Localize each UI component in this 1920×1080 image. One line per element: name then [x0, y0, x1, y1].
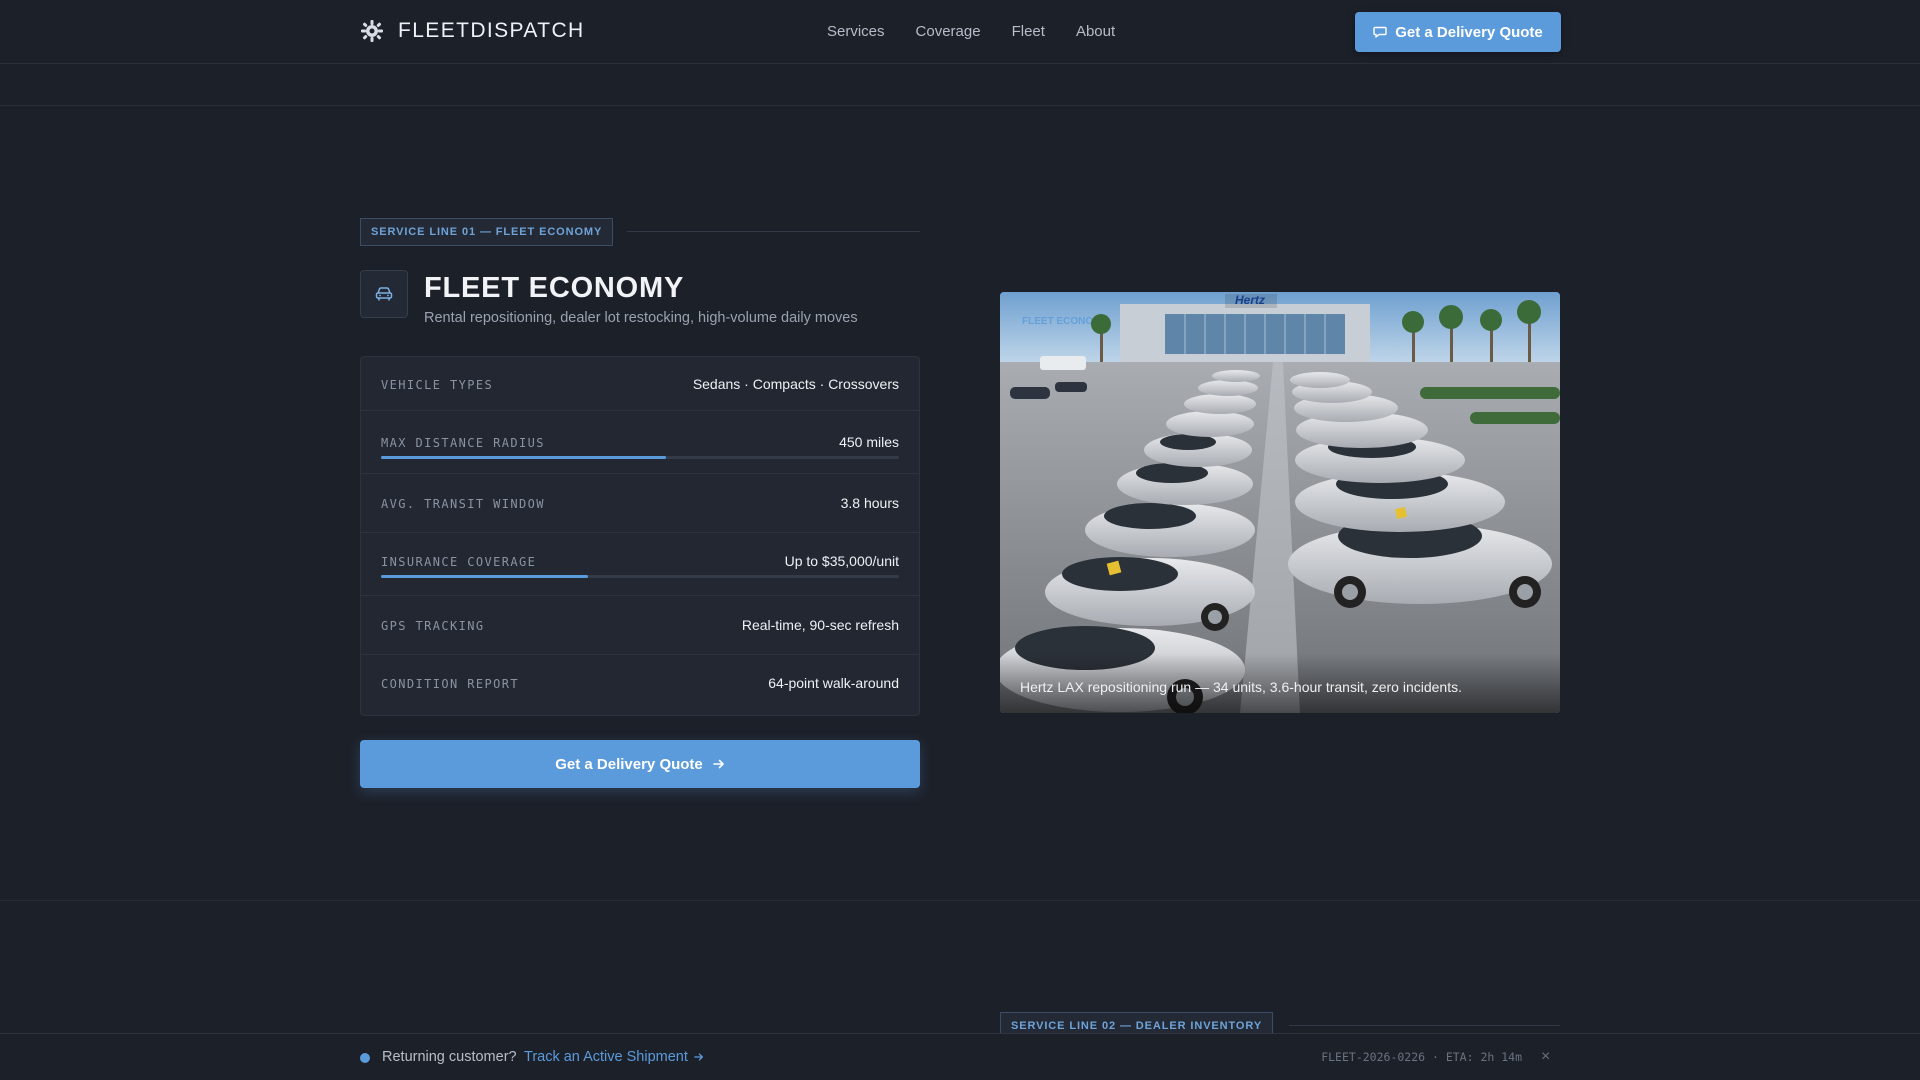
track-shipment-label: Track an Active Shipment: [524, 1049, 688, 1065]
tag-divider: [627, 231, 920, 232]
header-quote-button[interactable]: Get a Delivery Quote: [1355, 12, 1561, 52]
nav-coverage[interactable]: Coverage: [916, 23, 981, 40]
parking-lot-illustration: Hertz FLEET ECONOMY: [1000, 292, 1560, 713]
service-icon-box: [360, 270, 408, 318]
spec-label: CONDITION REPORT: [381, 677, 519, 691]
section-tag: SERVICE LINE 01 — FLEET ECONOMY: [360, 218, 614, 246]
service-subtitle: Rental repositioning, dealer lot restock…: [424, 310, 858, 326]
section-tag-row: SERVICE LINE 01 — FLEET ECONOMY: [360, 218, 920, 246]
bottom-bar: Returning customer? Track an Active Ship…: [0, 1033, 1920, 1080]
spec-value: Up to $35,000/unit: [784, 553, 899, 569]
spec-value: 64-point walk-around: [768, 675, 899, 691]
chat-bubble-icon: [1373, 26, 1387, 38]
header-divider: [0, 105, 1920, 106]
spec-value: Real-time, 90-sec refresh: [741, 617, 899, 633]
photo-caption-text: Hertz LAX repositioning run — 34 units, …: [1020, 679, 1462, 695]
insurance-bar-fill: [381, 575, 589, 578]
distance-bar: [381, 456, 899, 459]
photo-caption: Hertz LAX repositioning run — 34 units, …: [1000, 653, 1560, 713]
track-shipment-link[interactable]: Track an Active Shipment: [524, 1049, 704, 1065]
spec-value: Sedans · Compacts · Crossovers: [692, 376, 899, 392]
spec-row-vehicle-types: VEHICLE TYPES Sedans · Compacts · Crosso…: [361, 357, 919, 411]
delivery-quote-button[interactable]: Get a Delivery Quote: [360, 740, 920, 788]
spec-row-max-distance: MAX DISTANCE RADIUS 450 miles: [361, 411, 919, 474]
insurance-bar: [381, 575, 899, 578]
arrow-right-icon: [694, 1053, 703, 1061]
returning-customer-text: Returning customer?: [382, 1049, 517, 1065]
hertz-sign: Hertz: [1235, 293, 1265, 307]
shipment-status: FLEET-2026-0226 · ETA: 2h 14m: [1321, 1050, 1522, 1064]
car-icon: [375, 287, 393, 301]
brand-name: FLEETDISPATCH: [398, 19, 585, 42]
nav-services[interactable]: Services: [827, 23, 885, 40]
arrow-right-icon: [712, 759, 724, 769]
main-nav: Services Coverage Fleet About: [827, 23, 1115, 40]
spec-value: 450 miles: [839, 434, 899, 450]
service-title: FLEET ECONOMY: [424, 272, 685, 304]
spec-label: GPS TRACKING: [381, 619, 485, 633]
distance-bar-fill: [381, 456, 666, 459]
nav-fleet[interactable]: Fleet: [1012, 23, 1045, 40]
spec-row-gps: GPS TRACKING Real-time, 90-sec refresh: [361, 596, 919, 655]
fleet-photo: Hertz FLEET ECONOMY Hertz LAX reposition…: [1000, 292, 1560, 713]
site-header: FLEETDISPATCH Services Coverage Fleet Ab…: [0, 0, 1920, 64]
spec-card: VEHICLE TYPES Sedans · Compacts · Crosso…: [360, 356, 920, 716]
gear-logo-icon: [361, 20, 383, 42]
spec-row-condition-report: CONDITION REPORT 64-point walk-around: [361, 655, 919, 715]
spec-row-transit-window: AVG. TRANSIT WINDOW 3.8 hours: [361, 474, 919, 533]
spec-row-insurance: INSURANCE COVERAGE Up to $35,000/unit: [361, 533, 919, 596]
spec-value: 3.8 hours: [840, 495, 899, 511]
spec-label: INSURANCE COVERAGE: [381, 555, 537, 569]
spec-label: VEHICLE TYPES: [381, 378, 494, 392]
status-dot-icon: [360, 1053, 370, 1063]
tag2-divider: [1289, 1025, 1560, 1026]
section-divider: [0, 900, 1920, 901]
spec-label: AVG. TRANSIT WINDOW: [381, 497, 545, 511]
header-quote-label: Get a Delivery Quote: [1395, 23, 1543, 41]
delivery-quote-label: Get a Delivery Quote: [555, 755, 703, 773]
nav-about[interactable]: About: [1076, 23, 1115, 40]
close-icon[interactable]: ×: [1541, 1048, 1550, 1066]
spec-label: MAX DISTANCE RADIUS: [381, 436, 545, 450]
brand[interactable]: FLEETDISPATCH: [360, 19, 585, 43]
